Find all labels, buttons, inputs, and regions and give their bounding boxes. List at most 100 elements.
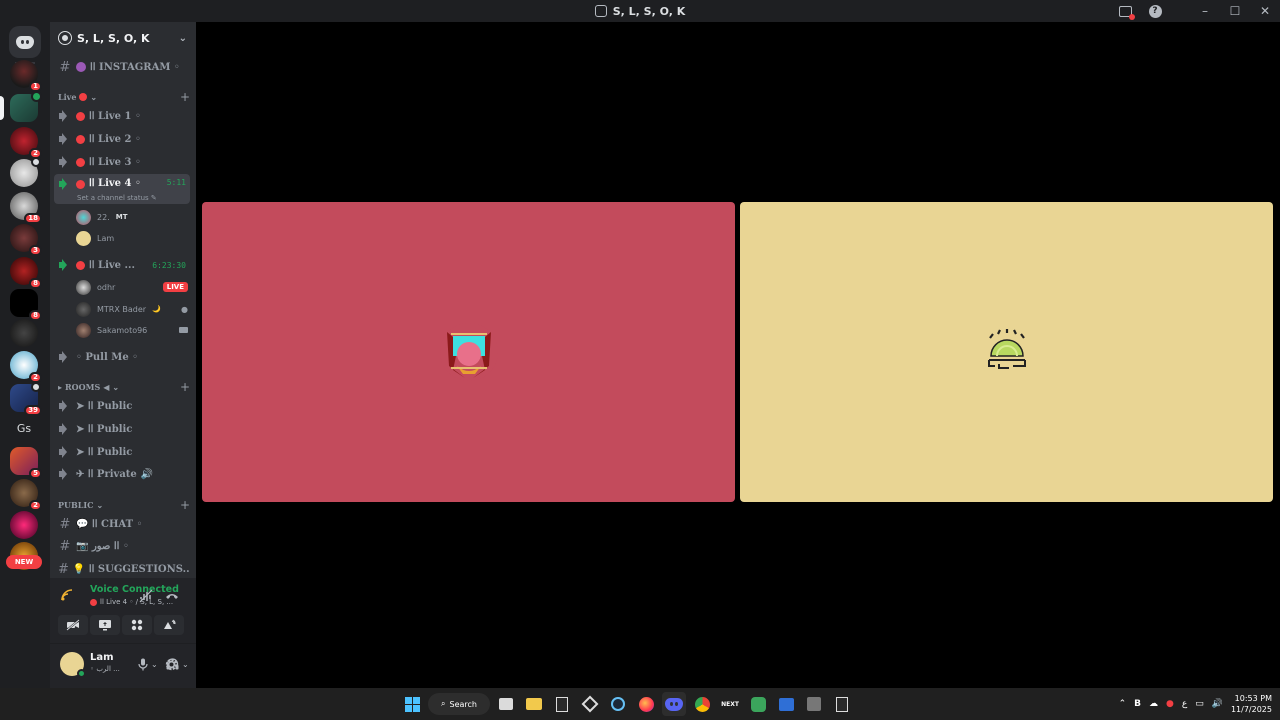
camera-off-button[interactable] (58, 615, 88, 635)
voice-user[interactable]: 22. MT (76, 208, 188, 226)
server-icon[interactable]: 1 (10, 60, 42, 92)
close-button[interactable]: ✕ (1250, 0, 1280, 22)
server-icon[interactable] (10, 319, 38, 347)
help-button[interactable]: ? (1140, 0, 1170, 22)
mic-options-chevron[interactable]: ⌄ (151, 656, 158, 672)
add-channel-icon[interactable]: + (180, 380, 190, 394)
add-channel-icon[interactable]: + (180, 90, 190, 104)
discord-app[interactable] (662, 692, 686, 716)
category-label: PUBLIC (58, 500, 94, 510)
file-explorer-app[interactable] (522, 692, 546, 716)
moon-icon: 🌙 (152, 305, 161, 313)
add-channel-icon[interactable]: + (180, 498, 190, 512)
firefox-app[interactable] (634, 692, 658, 716)
maximize-button[interactable]: ☐ (1220, 0, 1250, 22)
channel-status-line[interactable]: Set a channel status ✎ (77, 194, 157, 202)
voice-user[interactable]: Sakamoto96 (76, 321, 188, 339)
audio-options-chevron[interactable]: ⌄ (182, 656, 189, 672)
voice-user[interactable]: MTRX Bader 🌙 ● (76, 300, 188, 318)
deafened-icon: ● (181, 304, 188, 314)
user-name[interactable]: Lam (90, 652, 114, 663)
caret-right-icon: ▸ (58, 382, 63, 392)
start-button[interactable] (400, 692, 424, 716)
channel-public-3[interactable]: ➤ اا Public (54, 442, 190, 462)
app-green[interactable] (746, 692, 770, 716)
category-live[interactable]: Live ⌄ + (58, 90, 190, 104)
channel-chat[interactable]: # 💬 اا CHAT ◦ (54, 514, 190, 534)
clock[interactable]: 10:53 PM 11/7/2025 (1231, 693, 1272, 715)
language-indicator[interactable]: ع (1182, 699, 1187, 709)
voice-stage (196, 22, 1280, 688)
server-icon-gs[interactable]: Gs (10, 414, 38, 442)
taskbar-apps: ⌕ Search NEXT (400, 688, 854, 720)
network-app-icon[interactable]: ☁ (1149, 699, 1158, 709)
server-icon[interactable]: 2 (10, 351, 42, 383)
minimize-button[interactable]: – (1190, 0, 1220, 22)
channel-pics[interactable]: # 📷 اا صور ◦ (54, 536, 190, 556)
app-blue[interactable] (774, 692, 798, 716)
activities-button[interactable] (122, 615, 152, 635)
category-public[interactable]: PUBLIC ⌄ + (58, 498, 190, 512)
voice-user[interactable]: Lam (76, 229, 188, 247)
server-icon[interactable]: 18 (10, 192, 42, 224)
app-icon (778, 697, 794, 711)
channel-suggestions[interactable]: # 💡 اا SUGGESTIONS... (54, 559, 190, 578)
microphone-in-use-icon[interactable]: ● (1166, 699, 1174, 709)
display-icon[interactable]: ▭ (1195, 699, 1204, 709)
category-rooms[interactable]: ▸ ROOMS ◀ ⌄ + (58, 380, 190, 394)
user-avatar[interactable] (60, 652, 86, 678)
noise-suppression-button[interactable] (138, 588, 154, 604)
channel-instagram[interactable]: # اا INSTAGRAM ◦ (54, 57, 190, 77)
channel-live-1[interactable]: اا Live 1 ◦ (54, 106, 190, 126)
epic-games-app[interactable] (550, 692, 574, 716)
server-icon[interactable]: 2 (10, 479, 42, 511)
home-button[interactable] (9, 26, 41, 58)
user-settings-button[interactable] (163, 656, 179, 672)
server-icon[interactable] (10, 157, 41, 187)
channel-label: 💡 اا SUGGESTIONS... (72, 563, 190, 575)
channel-live-3[interactable]: اا Live 3 ◦ (54, 152, 190, 172)
soundboard-button[interactable] (154, 615, 184, 635)
mention-badge: 3 (29, 245, 42, 256)
epic-games-app-2[interactable] (830, 692, 854, 716)
inbox-button[interactable] (1110, 0, 1140, 22)
server-icon[interactable]: 3 (10, 224, 42, 256)
new-unreads-pill[interactable]: NEW (6, 555, 42, 569)
channel-live-2[interactable]: اا Live 2 ◦ (54, 129, 190, 149)
volume-icon[interactable]: 🔊 (1212, 699, 1223, 709)
channel-public-2[interactable]: ➤ اا Public (54, 419, 190, 439)
voice-user[interactable]: odhr LIVE (76, 278, 188, 296)
share-screen-button[interactable] (90, 615, 120, 635)
unity-hub-app[interactable] (578, 692, 602, 716)
server-icon[interactable]: 2 (10, 127, 42, 159)
app-grey[interactable] (802, 692, 826, 716)
red-circle-icon (76, 111, 85, 121)
channel-live-5[interactable]: اا Live ... 6:23:30 (54, 255, 190, 275)
signal-icon[interactable] (60, 588, 74, 602)
server-icon[interactable] (10, 511, 38, 539)
voice-channel-link[interactable]: اا Live 4 ◦ / S, L, S, ... (90, 598, 173, 606)
participant-tile-lam[interactable] (740, 202, 1273, 502)
steam-icon (611, 697, 625, 711)
server-icon[interactable]: 8 (10, 257, 42, 289)
chevron-down-icon: ⌄ (90, 92, 98, 102)
chevron-up-icon[interactable]: ⌃ (1119, 699, 1127, 709)
tray-app-icon[interactable]: B (1134, 699, 1141, 709)
nzxt-app[interactable]: NEXT (718, 692, 742, 716)
steam-app[interactable] (606, 692, 630, 716)
channel-pull-me[interactable]: ◦ Pull Me ◦ (54, 347, 190, 367)
chrome-app[interactable] (690, 692, 714, 716)
server-header[interactable]: S, L, S, O, K ⌄ (50, 22, 196, 54)
voice-channel-active-icon (58, 259, 72, 271)
server-icon[interactable]: 8 (10, 289, 42, 321)
taskbar-search[interactable]: ⌕ Search (428, 693, 490, 715)
mute-button[interactable] (138, 656, 148, 672)
channel-public-1[interactable]: ➤ اا Public (54, 396, 190, 416)
server-icon[interactable]: 39 (10, 382, 42, 416)
store-app[interactable] (494, 692, 518, 716)
channel-private[interactable]: ✈ اا Private 🔊 (54, 464, 190, 484)
server-icon[interactable]: 5 (10, 447, 42, 479)
server-icon-active[interactable] (10, 91, 42, 122)
participant-tile-22[interactable] (202, 202, 735, 502)
disconnect-button[interactable] (164, 588, 180, 604)
